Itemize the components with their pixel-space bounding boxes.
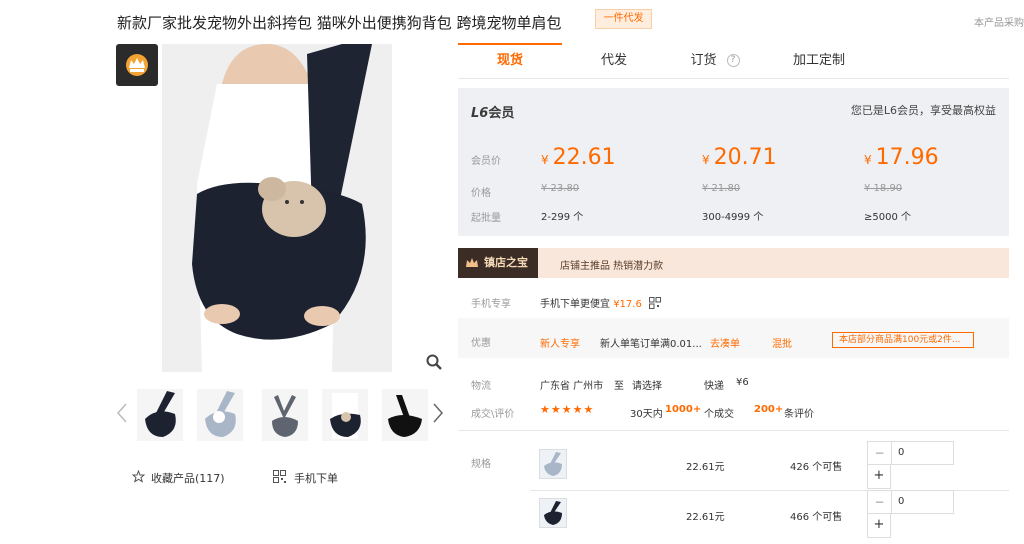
spec-2-quantity[interactable]: 0 [898, 491, 904, 513]
product-title: 新款厂家批发宠物外出斜挎包 猫咪外出便携狗背包 跨境宠物单肩包 [117, 14, 562, 32]
crown-icon [126, 54, 148, 76]
thumbnail-4[interactable] [322, 389, 368, 441]
deal-review-label: 成交\评价 [471, 409, 515, 420]
currency-symbol: ¥ [864, 153, 872, 167]
mobile-order-button[interactable]: 手机下单 [273, 470, 338, 486]
member-level-prefix: L6 [471, 106, 489, 121]
deal-count: 1000+ [665, 404, 702, 415]
tab-dropship[interactable]: 代发 [562, 43, 666, 78]
divider [458, 430, 1009, 431]
spec-1-stock: 426 个可售 [790, 462, 843, 473]
tier-3-original-price: ¥ 18.90 [864, 183, 903, 194]
shop-crown-logo[interactable] [116, 44, 158, 86]
star-outline-icon [131, 469, 146, 486]
tab-custom[interactable]: 加工定制 [764, 43, 874, 78]
tier-1-qty: 2-299 个 [541, 212, 584, 223]
deal-count-suffix: 个成交 [704, 409, 734, 420]
tab-in-stock[interactable]: 现货 [458, 43, 562, 78]
favorite-button[interactable]: 收藏产品(117) [131, 469, 225, 486]
spec-label: 规格 [471, 459, 491, 470]
spec-2-plus-button[interactable]: + [867, 514, 891, 538]
spec-2-thumbnail[interactable] [539, 498, 567, 528]
spec-1-quantity-stepper[interactable]: − 0 [867, 441, 954, 465]
qrcode-icon [649, 297, 662, 309]
coupon-label: 优惠 [471, 338, 491, 349]
logistics-fee: ¥6 [736, 377, 749, 388]
tier-3-qty: ≥5000 个 [864, 212, 912, 223]
help-icon[interactable]: ? [726, 54, 740, 67]
currency-symbol: ¥ [541, 153, 549, 167]
spec-1-quantity[interactable]: 0 [898, 442, 904, 464]
zoom-icon[interactable] [425, 353, 443, 371]
tier-2-member-price-value: 20.71 [713, 145, 777, 170]
logistics-to-word: 至 [614, 381, 624, 392]
mobile-exclusive-text[interactable]: 手机下单更便宜 ¥17.6 [540, 295, 662, 310]
tier-1-original-price: ¥ 23.80 [541, 183, 580, 194]
thumbnail-next-icon[interactable] [432, 402, 444, 424]
main-product-image[interactable] [162, 44, 392, 372]
member-price-label: 会员价 [471, 156, 501, 167]
coupon-mixed-batch[interactable]: 混批 [772, 335, 792, 350]
tab-order[interactable]: 订货? [666, 43, 764, 78]
logistics-destination-select[interactable]: 请选择 [632, 377, 662, 392]
min-order-label: 起批量 [471, 213, 501, 224]
dropship-badge[interactable]: 一件代发 [595, 9, 652, 29]
tier-3-member-price-value: 17.96 [875, 145, 939, 170]
mobile-order-label: 手机下单 [294, 472, 338, 485]
thumbnail-2[interactable] [197, 389, 243, 441]
spec-1-minus-button[interactable]: − [868, 442, 892, 464]
store-treasure-badge: 镇店之宝 [458, 248, 538, 278]
coupon-new-user-text: 新人单笔订单满0.01... [600, 339, 702, 350]
thumbnail-prev-icon[interactable] [116, 402, 128, 424]
tier-2-qty: 300-4999 个 [702, 212, 764, 223]
favorite-label: 收藏产品(117) [151, 472, 225, 485]
coupon-go-combine-link[interactable]: 去凑单 [710, 335, 740, 350]
spec-1-plus-button[interactable]: + [867, 465, 891, 489]
product-photo [162, 44, 392, 372]
thumbnail-1[interactable] [137, 389, 183, 441]
mobile-exclusive-label: 手机专享 [471, 299, 511, 310]
store-promo-tag[interactable]: 本店部分商品满100元或2件... [832, 332, 974, 348]
thumbnail-3[interactable] [262, 389, 308, 441]
spec-2-quantity-stepper[interactable]: − 0 [867, 490, 954, 514]
price-label: 价格 [471, 188, 491, 199]
tier-2-member-price: ¥20.71 [702, 145, 777, 170]
coupon-new-user[interactable]: 新人专享 [540, 335, 580, 350]
tier-1-member-price-value: 22.61 [552, 145, 616, 170]
qrcode-icon [273, 470, 286, 486]
spec-1-price: 22.61元 [686, 462, 725, 473]
deal-count-prefix: 30天内 [630, 409, 663, 420]
rating-stars: ★★★★★ [540, 403, 595, 416]
spec-2-price: 22.61元 [686, 512, 725, 523]
tab-order-label: 订货 [690, 53, 717, 68]
top-right-note: 本产品采购 [974, 18, 1024, 29]
review-count-suffix: 条评价 [784, 409, 814, 420]
tier-1-member-price: ¥22.61 [541, 145, 616, 170]
spec-2-stock: 466 个可售 [790, 512, 843, 523]
logistics-from: 广东省 广州市 [540, 381, 604, 392]
crown-icon [466, 258, 478, 267]
purchase-tabs: 现货 代发 订货? 加工定制 [458, 43, 1009, 79]
member-note: 您已是L6会员，享受最高权益 [850, 104, 996, 117]
mobile-exclusive-desc: 手机下单更便宜 [540, 299, 610, 310]
store-treasure-text: 店铺主推品 热销潜力款 [560, 261, 664, 272]
thumbnail-5[interactable] [382, 389, 428, 441]
tier-3-member-price: ¥17.96 [864, 145, 939, 170]
store-treasure-label: 镇店之宝 [484, 256, 528, 269]
currency-symbol: ¥ [702, 153, 710, 167]
member-level: L6会员 [471, 102, 514, 121]
spec-1-thumbnail[interactable] [539, 449, 567, 479]
logistics-express: 快递 [704, 381, 724, 392]
review-count[interactable]: 200+ [754, 404, 783, 415]
store-treasure-bar [458, 248, 1009, 278]
mobile-exclusive-price: ¥17.6 [613, 299, 642, 310]
member-level-suffix: 会员 [488, 106, 515, 121]
spec-2-minus-button[interactable]: − [868, 491, 892, 513]
logistics-label: 物流 [471, 381, 491, 392]
tier-2-original-price: ¥ 21.80 [702, 183, 741, 194]
